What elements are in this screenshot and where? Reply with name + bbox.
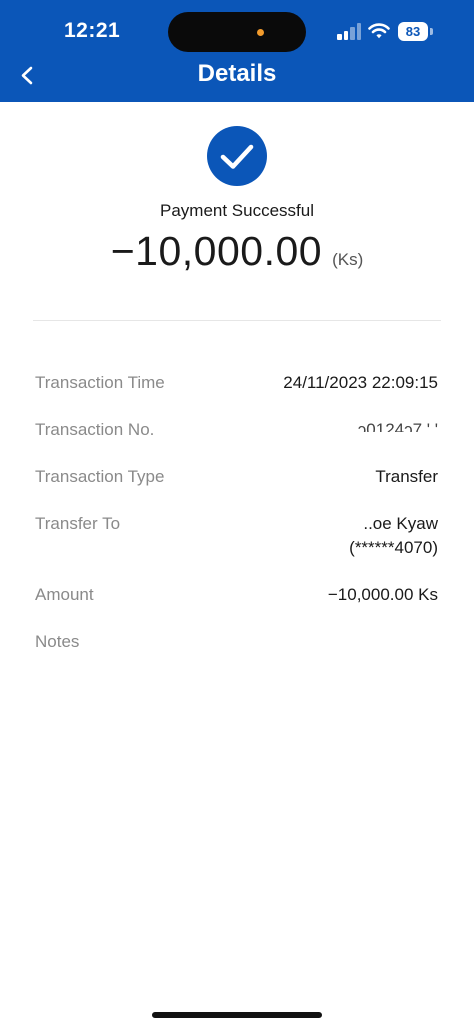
dynamic-island [168,12,306,52]
transfer-to-name: ..oe Kyaw [363,514,438,533]
battery-icon: 83 [398,22,428,41]
transaction-time-value: 24/11/2023 22:09:15 [283,373,438,392]
divider [33,320,441,321]
status-time: 12:21 [64,19,121,42]
amount-label: Amount [35,585,94,604]
transfer-to-label: Transfer To [35,514,121,533]
page-title: Details [197,60,277,87]
notes-label: Notes [35,632,80,651]
check-circle-icon [207,126,267,186]
amount-summary: −10,000.00 (Ks) [0,228,474,275]
battery-level: 83 [405,24,421,39]
cellular-signal-icon [337,23,363,40]
transaction-no-value: ɔ0124ɔ7 ' ' [357,420,438,439]
transaction-type-label: Transaction Type [35,467,165,486]
transaction-time-label: Transaction Time [35,373,165,392]
amount-currency: (Ks) [332,250,364,269]
transfer-to-account: (******4070) [349,538,438,557]
amount-detail-value: −10,000.00 Ks [327,585,438,604]
battery-cap [430,28,433,35]
app-header: 12:21 83 Details [0,0,474,102]
home-indicator [152,1012,322,1018]
privacy-indicator-dot [257,29,264,36]
transaction-no-label: Transaction No. [35,420,155,439]
payment-status: Payment Successful [159,201,314,220]
amount-value: −10,000.00 [110,228,323,274]
wifi-icon [368,22,390,40]
transaction-type-value: Transfer [375,467,438,486]
